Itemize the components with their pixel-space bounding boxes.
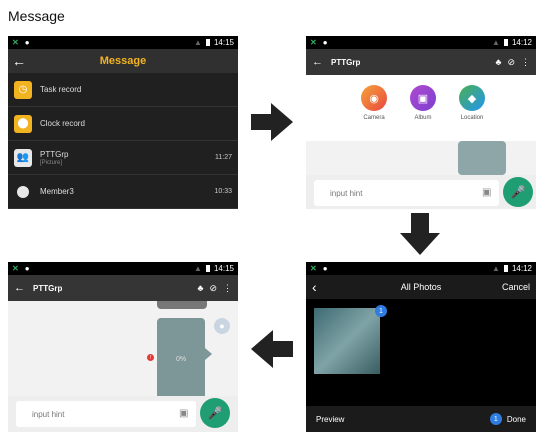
status-bar: ✕ ● ▲ 14:12 <box>306 36 536 49</box>
status-bar: ✕ ● ▲ 14:15 <box>8 262 238 275</box>
list-item-label: Clock record <box>40 119 85 128</box>
camera-icon[interactable]: ▣ <box>179 408 188 419</box>
input-bar: input hint ▣ 🎤 <box>306 175 536 209</box>
signal-icon: ▲ <box>492 38 500 47</box>
list-item[interactable]: ◷ Task record <box>8 73 238 107</box>
more-icon[interactable]: ⋮ <box>521 57 530 68</box>
error-icon[interactable]: ! <box>147 354 154 361</box>
signal-icon: ▲ <box>194 38 202 47</box>
chat-header: ← PTTGrp ♣ ⊘ ⋮ <box>8 275 238 301</box>
down-arrow-icon <box>400 213 440 255</box>
list-item-label: PTTGrp <box>40 149 69 159</box>
back-arrow-icon[interactable]: ← <box>312 56 323 68</box>
message-input[interactable]: input hint <box>16 401 196 427</box>
back-arrow-icon[interactable]: ← <box>8 53 30 69</box>
location-option[interactable]: ◆ Location <box>447 85 497 121</box>
status-bar: ✕ ● ▲ 14:12 <box>306 262 536 275</box>
status-bar: ✕ ● ▲ 14:15 <box>8 36 238 49</box>
app-header: ← Message <box>8 49 238 73</box>
attach-icon[interactable]: ⊘ <box>209 283 217 294</box>
signal-icon: ▲ <box>492 264 500 273</box>
battery-icon <box>205 39 210 46</box>
cancel-button[interactable]: Cancel <box>502 282 530 292</box>
option-label: Album <box>414 115 432 121</box>
page-title: Message <box>8 8 65 24</box>
group-icon: 👥 <box>14 148 32 167</box>
list-item[interactable]: ⬤ Clock record <box>8 107 238 141</box>
album-option[interactable]: ▣ Album <box>398 85 448 121</box>
chat-title: PTTGrp <box>331 57 361 67</box>
attach-panel: ◉ Camera ▣ Album ◆ Location <box>306 75 536 141</box>
status-time: 14:15 <box>213 264 234 273</box>
list-item-label: Member3 <box>40 187 74 196</box>
location-icon: ◆ <box>459 85 485 111</box>
selected-count-badge: 1 <box>489 413 502 425</box>
list-item[interactable]: 👥 PTTGrp [Picture] 11:27 <box>8 141 238 175</box>
album-icon: ▣ <box>410 85 436 111</box>
more-icon[interactable]: ⋮ <box>223 283 232 294</box>
android-icon: ● <box>322 264 328 273</box>
input-bar: input hint ▣ 🎤 <box>8 396 238 432</box>
camera-option[interactable]: ◉ Camera <box>349 85 399 121</box>
photo-thumbnail[interactable] <box>314 308 380 374</box>
done-button[interactable]: 1 Done <box>489 413 526 425</box>
selection-badge[interactable]: 1 <box>375 305 387 317</box>
message-input[interactable]: input hint <box>314 180 499 206</box>
header-title: Message <box>99 55 147 67</box>
back-arrow-icon[interactable]: ← <box>14 282 25 294</box>
previous-message <box>157 301 207 309</box>
done-label: Done <box>506 414 526 424</box>
android-icon: ● <box>24 264 30 273</box>
attach-icon[interactable]: ⊘ <box>507 57 515 68</box>
battery-icon <box>503 265 508 272</box>
microphone-icon[interactable]: 🎤 <box>503 177 533 207</box>
photo-picker-screen: ✕ ● ▲ 14:12 ‹ All Photos Cancel 1 Preview … <box>306 262 536 432</box>
camera-icon: ◉ <box>361 85 387 111</box>
gallery-footer: Preview 1 Done <box>306 406 536 432</box>
battery-icon <box>205 265 210 272</box>
avatar: ● <box>214 318 230 334</box>
signal-icon: ▲ <box>194 264 202 273</box>
preview-button[interactable]: Preview <box>316 415 344 424</box>
clock-icon: ◷ <box>14 80 32 99</box>
left-arrow-icon <box>251 330 293 368</box>
chat-title: PTTGrp <box>33 283 63 293</box>
list-item[interactable]: Member3 10:33 <box>8 175 238 209</box>
microphone-icon[interactable]: 🎤 <box>200 398 230 428</box>
chat-attach-screen: ✕ ● ▲ 14:12 ← PTTGrp ♣ ⊘ ⋮ ◉ Camera ▣ Album … <box>306 36 536 209</box>
back-chevron-icon[interactable]: ‹ <box>312 279 317 295</box>
chat-header: ← PTTGrp ♣ ⊘ ⋮ <box>306 49 536 75</box>
app-icon: ✕ <box>12 264 19 273</box>
image-message[interactable] <box>458 141 506 175</box>
uploading-image-message: 0% <box>157 318 212 400</box>
list-item-label: Task record <box>40 85 82 94</box>
right-arrow-icon <box>251 103 293 141</box>
location-icon: ⬤ <box>14 114 32 133</box>
app-icon: ✕ <box>310 38 317 47</box>
members-icon[interactable]: ♣ <box>198 283 204 293</box>
status-time: 14:12 <box>511 38 532 47</box>
upload-progress: 0% <box>175 355 187 363</box>
android-icon: ● <box>24 38 30 47</box>
status-time: 14:12 <box>511 264 532 273</box>
list-item-time: 11:27 <box>215 154 232 161</box>
option-label: Location <box>460 115 484 121</box>
option-label: Camera <box>363 115 385 121</box>
battery-icon <box>503 39 508 46</box>
status-time: 14:15 <box>213 38 234 47</box>
app-icon: ✕ <box>310 264 317 273</box>
android-icon: ● <box>322 38 328 47</box>
chat-sending-screen: ✕ ● ▲ 14:15 ← PTTGrp ♣ ⊘ ⋮ ! 0% ● input hint… <box>8 262 238 432</box>
list-item-time: 10:33 <box>214 188 232 195</box>
members-icon[interactable]: ♣ <box>496 57 502 67</box>
avatar-icon <box>17 185 29 198</box>
message-list-screen: ✕ ● ▲ 14:15 ← Message ◷ Task record ⬤ Cloc… <box>8 36 238 209</box>
app-icon: ✕ <box>12 38 19 47</box>
gallery-header: ‹ All Photos Cancel <box>306 275 536 299</box>
camera-icon[interactable]: ▣ <box>482 187 491 198</box>
list-item-subtitle: [Picture] <box>40 159 63 166</box>
